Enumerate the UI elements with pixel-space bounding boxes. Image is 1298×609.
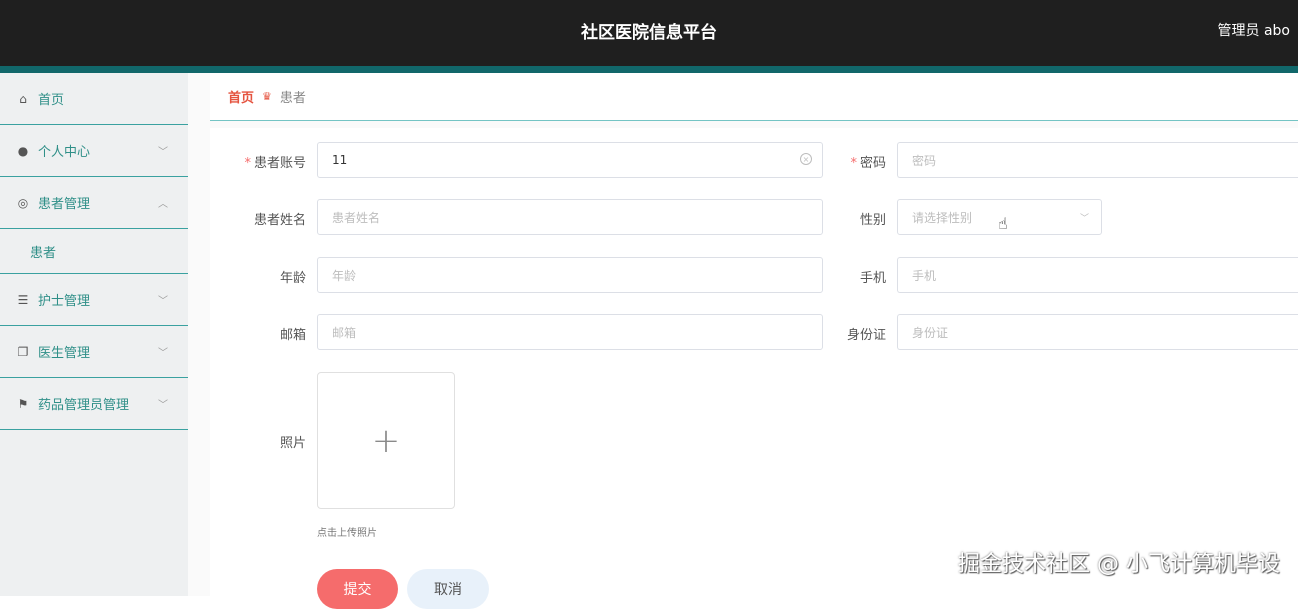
sidebar-item-patients[interactable]: ◎ 患者管理 ︿ (0, 177, 188, 229)
main-content: 首页 ♛ 患者 * 患者账号 11 × * 密码 密码 患者姓名 患者姓名 性别 请… (188, 73, 1298, 609)
age-input[interactable]: 年龄 (317, 257, 823, 293)
app-title: 社区医院信息平台 (581, 23, 717, 43)
chevron-down-icon: ﹀ (1079, 214, 1089, 224)
account-input[interactable]: 11 × (317, 142, 823, 178)
crown-icon: ♛ (262, 90, 272, 103)
sidebar-item-profile[interactable]: ● 个人中心 ﹀ (0, 125, 188, 177)
sidebar-item-pharmacists[interactable]: ⚑ 药品管理员管理 ﹀ (0, 378, 188, 430)
patient-form: * 患者账号 11 × * 密码 密码 患者姓名 患者姓名 性别 请选择性别 ﹀ 年… (210, 128, 1298, 609)
name-input[interactable]: 患者姓名 (317, 199, 823, 235)
cancel-button[interactable]: 取消 (407, 569, 489, 609)
phone-input[interactable]: 手机 (897, 257, 1298, 293)
breadcrumb-current: 患者 (279, 91, 306, 106)
sidebar-item-home[interactable]: ⌂ 首页 (0, 73, 188, 125)
sidebar-subitem-patient[interactable]: 患者 (0, 229, 188, 274)
home-icon: ⌂ (19, 91, 27, 106)
top-header: 社区医院信息平台 管理员 abo (0, 0, 1298, 66)
age-label: 年龄 (279, 271, 306, 286)
idcard-input[interactable]: 身份证 (897, 314, 1298, 350)
hand-cursor-icon: ☝ (998, 214, 1008, 233)
user-icon: ● (17, 143, 29, 158)
sidebar-item-label: 首页 (38, 93, 65, 108)
photo-upload[interactable]: + (317, 372, 455, 509)
chevron-down-icon: ﹀ (158, 147, 168, 158)
sidebar: ⌂ 首页 ● 个人中心 ﹀ ◎ 患者管理 ︿ 患者 ☰ 护士管理 ﹀ ❐ 医生管… (0, 73, 188, 596)
user-label[interactable]: 管理员 abo (1218, 20, 1290, 40)
plus-icon: + (371, 420, 401, 461)
password-label: * 密码 (850, 156, 886, 171)
phone-label: 手机 (859, 271, 886, 286)
breadcrumb-home[interactable]: 首页 (228, 87, 254, 106)
breadcrumb: 首页 ♛ 患者 (210, 73, 1298, 121)
sidebar-item-label: 患者管理 (38, 197, 91, 212)
flag-icon: ⚑ (17, 396, 29, 411)
sidebar-item-nurses[interactable]: ☰ 护士管理 ﹀ (0, 274, 188, 326)
name-label: 患者姓名 (253, 213, 306, 228)
chevron-down-icon: ﹀ (158, 296, 168, 307)
lifebuoy-icon: ◎ (17, 195, 29, 210)
account-label: * 患者账号 (244, 156, 306, 171)
sidebar-item-doctors[interactable]: ❐ 医生管理 ﹀ (0, 326, 188, 378)
password-input[interactable]: 密码 (897, 142, 1298, 178)
chevron-down-icon: ﹀ (158, 400, 168, 411)
submit-button[interactable]: 提交 (317, 569, 398, 609)
chevron-up-icon: ︿ (158, 199, 168, 210)
email-label: 邮箱 (279, 328, 306, 343)
sidebar-item-label: 护士管理 (38, 294, 91, 309)
copy-icon: ❐ (17, 344, 29, 359)
chevron-down-icon: ﹀ (158, 348, 168, 359)
sidebar-item-label: 个人中心 (38, 145, 91, 160)
header-accent-bar (0, 66, 1298, 73)
sidebar-item-label: 药品管理员管理 (38, 398, 130, 413)
idcard-label: 身份证 (846, 328, 886, 343)
list-icon: ☰ (17, 292, 29, 307)
upload-hint: 点击上传照片 (317, 528, 377, 539)
gender-label: 性别 (859, 213, 886, 228)
photo-label: 照片 (279, 436, 306, 451)
sidebar-item-label: 医生管理 (38, 346, 91, 361)
watermark: 掘金技术社区 @ 小飞计算机毕设 (958, 552, 1280, 577)
email-input[interactable]: 邮箱 (317, 314, 823, 350)
